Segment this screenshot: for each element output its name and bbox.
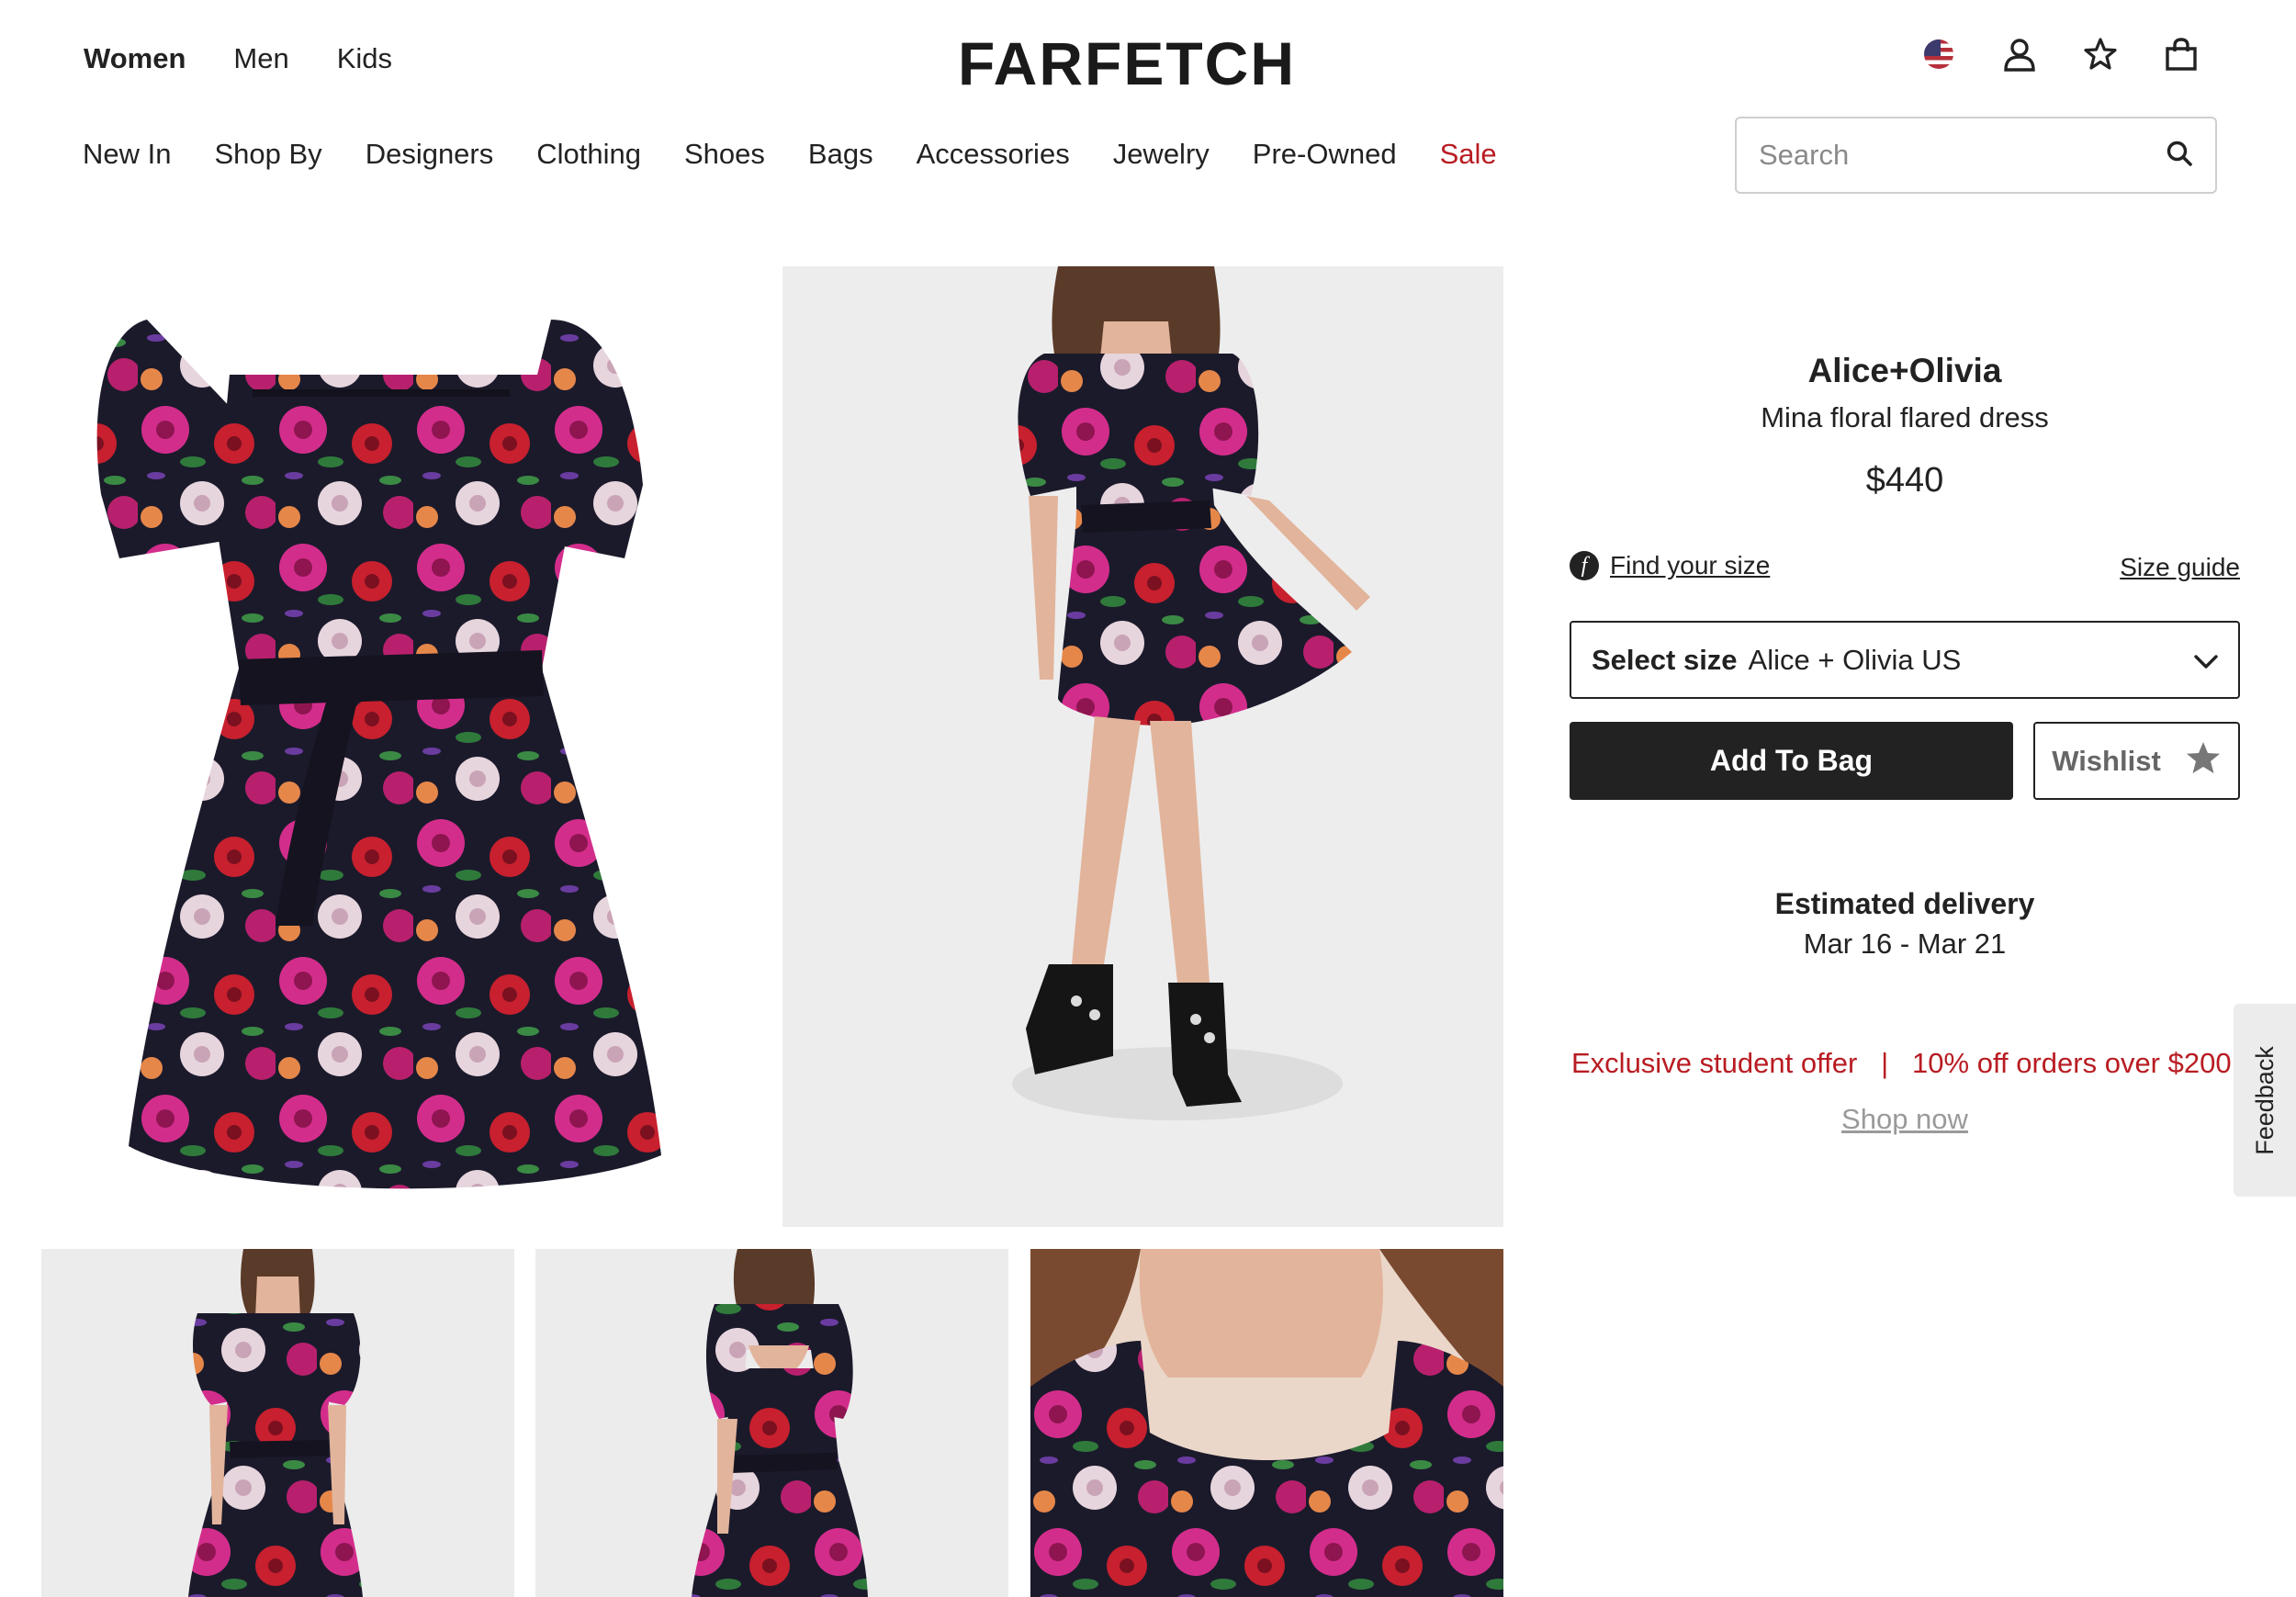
size-guide-link[interactable]: Size guide xyxy=(2120,553,2240,582)
wishlist-label: Wishlist xyxy=(2052,744,2161,777)
wishlist-star-icon[interactable] xyxy=(2083,37,2118,72)
chevron-down-icon xyxy=(2194,644,2218,677)
nav-bags[interactable]: Bags xyxy=(808,138,873,171)
tab-women[interactable]: Women xyxy=(84,42,186,75)
search-box[interactable] xyxy=(1735,117,2217,194)
product-name: Mina floral flared dress xyxy=(1761,401,2049,433)
product-brand[interactable]: Alice+Olivia xyxy=(1570,352,2240,390)
nav-new-in[interactable]: New In xyxy=(83,138,171,171)
farfetch-logo[interactable]: FARFETCH xyxy=(958,33,1296,94)
bag-icon[interactable] xyxy=(2164,37,2199,72)
nav-pre-owned[interactable]: Pre-Owned xyxy=(1253,138,1397,171)
estimated-delivery-dates: Mar 16 - Mar 21 xyxy=(1803,928,2007,960)
nav-jewelry[interactable]: Jewelry xyxy=(1113,138,1210,171)
nav-clothing[interactable]: Clothing xyxy=(536,138,641,171)
us-flag-icon[interactable] xyxy=(1921,37,1956,72)
shop-now-link[interactable]: Shop now xyxy=(1570,1103,2240,1136)
find-your-size[interactable]: f Find your size xyxy=(1570,551,1770,580)
fit-predictor-icon: f xyxy=(1570,551,1599,580)
nav-shoes[interactable]: Shoes xyxy=(684,138,765,171)
gender-nav: Women Men Kids xyxy=(84,42,392,75)
nav-designers[interactable]: Designers xyxy=(366,138,494,171)
product-price: $440 xyxy=(1865,461,1944,500)
estimated-delivery-title: Estimated delivery xyxy=(1774,887,2035,920)
account-icon[interactable] xyxy=(2002,37,2037,72)
promo-offer-text: Exclusive student offer | 10% off orders… xyxy=(1571,1047,2232,1079)
tab-men[interactable]: Men xyxy=(233,42,288,75)
product-image-main[interactable] xyxy=(0,264,766,1227)
nav-accessories[interactable]: Accessories xyxy=(917,138,1070,171)
product-thumbnail-detail[interactable] xyxy=(1030,1249,1503,1597)
product-image-model[interactable] xyxy=(782,266,1503,1227)
product-thumbnail-front[interactable] xyxy=(41,1249,514,1597)
search-icon[interactable] xyxy=(2166,140,2193,172)
nav-shop-by[interactable]: Shop By xyxy=(214,138,321,171)
star-icon xyxy=(2185,740,2222,782)
wishlist-button[interactable]: Wishlist xyxy=(2033,722,2240,800)
nav-sale[interactable]: Sale xyxy=(1440,138,1497,171)
feedback-tab[interactable]: Feedback xyxy=(2234,1004,2296,1197)
category-nav: New In Shop By Designers Clothing Shoes … xyxy=(83,138,1497,171)
select-size-label: Select size xyxy=(1592,643,1738,676)
feedback-label: Feedback xyxy=(2250,1045,2279,1155)
product-thumbnail-back[interactable] xyxy=(535,1249,1008,1597)
find-your-size-link[interactable]: Find your size xyxy=(1610,551,1770,580)
add-to-bag-button[interactable]: Add To Bag xyxy=(1570,722,2013,800)
tab-kids[interactable]: Kids xyxy=(337,42,392,75)
header-icons xyxy=(1921,37,2199,72)
select-size-value: Alice + Olivia US xyxy=(1748,643,1962,676)
size-select[interactable]: Select size Alice + Olivia US xyxy=(1570,621,2240,699)
search-input[interactable] xyxy=(1759,139,2166,172)
